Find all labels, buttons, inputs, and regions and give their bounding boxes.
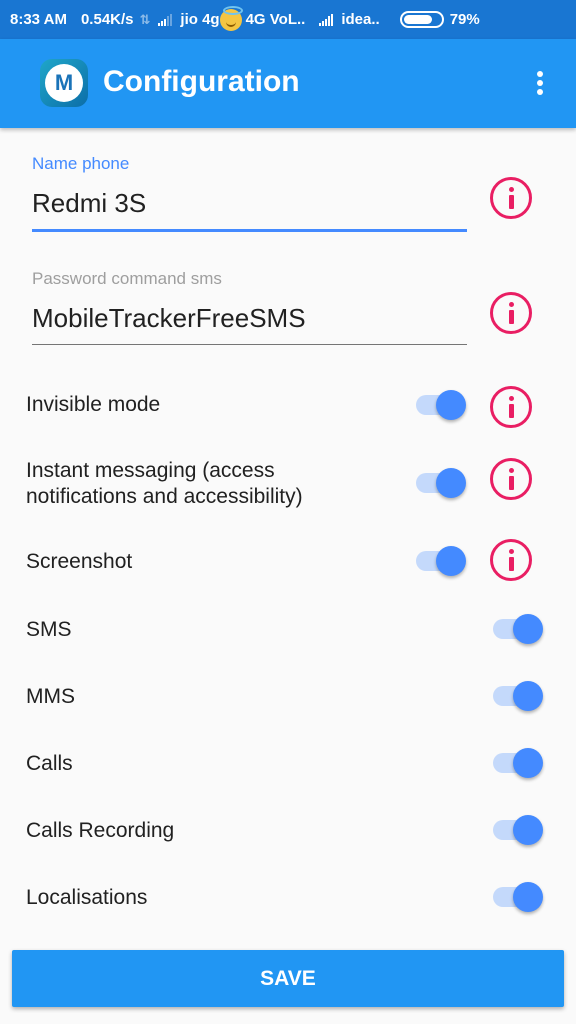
instant-messaging-toggle[interactable] [416, 465, 470, 501]
name-phone-input[interactable]: Redmi 3S [32, 188, 467, 219]
info-icon-screenshot[interactable] [490, 539, 532, 581]
battery-icon [399, 11, 444, 28]
data-activity-icon: ⇅ [139, 11, 151, 27]
localisations-toggle[interactable] [493, 879, 547, 915]
calls-toggle[interactable] [493, 745, 547, 781]
mms-toggle[interactable] [493, 678, 547, 714]
name-phone-underline [32, 229, 467, 232]
calls-recording-toggle[interactable] [493, 812, 547, 848]
setting-mms-label: MMS [26, 685, 75, 708]
invisible-mode-toggle[interactable] [416, 387, 470, 423]
setting-instant-messaging-label: Instant messaging (access notifications … [26, 459, 303, 508]
info-icon-password-sms[interactable] [490, 292, 532, 334]
info-icon-instant-messaging[interactable] [490, 458, 532, 500]
password-sms-underline [32, 344, 467, 345]
setting-screenshot-label: Screenshot [26, 550, 133, 573]
password-sms-input[interactable]: MobileTrackerFreeSMS [32, 303, 467, 334]
sms-toggle[interactable] [493, 611, 547, 647]
signal-strength-icon [158, 13, 173, 26]
page-title: Configuration [103, 65, 300, 98]
password-sms-label: Password command sms [32, 269, 222, 288]
battery-percent: 79% [449, 11, 480, 28]
carrier-2-name: idea.. [341, 11, 380, 28]
more-vert-icon[interactable] [528, 67, 552, 99]
setting-calls-recording-label: Calls Recording [26, 819, 175, 842]
network-speed: 0.54K/s [80, 11, 134, 28]
screenshot-toggle[interactable] [416, 543, 470, 579]
info-icon-invisible-mode[interactable] [490, 386, 532, 428]
password-sms-field[interactable]: Password command sms MobileTrackerFreeSM… [32, 269, 467, 349]
logo-letter: M [45, 64, 83, 102]
save-button[interactable]: SAVE [12, 950, 564, 1007]
status-bar: 8:33 AM 0.54K/s ⇅ jio 4g 4G VoL.. idea..… [0, 0, 576, 39]
app-bar: M Configuration [0, 39, 576, 128]
setting-sms-label: SMS [26, 618, 72, 641]
name-phone-label: Name phone [32, 154, 130, 173]
angel-emoji-icon [219, 5, 243, 31]
name-phone-field[interactable]: Name phone Redmi 3S [32, 154, 467, 234]
carrier-1-name: jio 4g [180, 11, 220, 28]
app-logo-icon: M [40, 59, 88, 107]
status-time: 8:33 AM [10, 11, 67, 28]
info-icon-name-phone[interactable] [490, 177, 532, 219]
network-type: 4G VoL.. [245, 11, 306, 28]
setting-invisible-mode-label: Invisible mode [26, 393, 161, 416]
setting-calls-label: Calls [26, 752, 73, 775]
setting-localisations-label: Localisations [26, 886, 148, 909]
signal-strength-icon-2 [319, 13, 334, 26]
